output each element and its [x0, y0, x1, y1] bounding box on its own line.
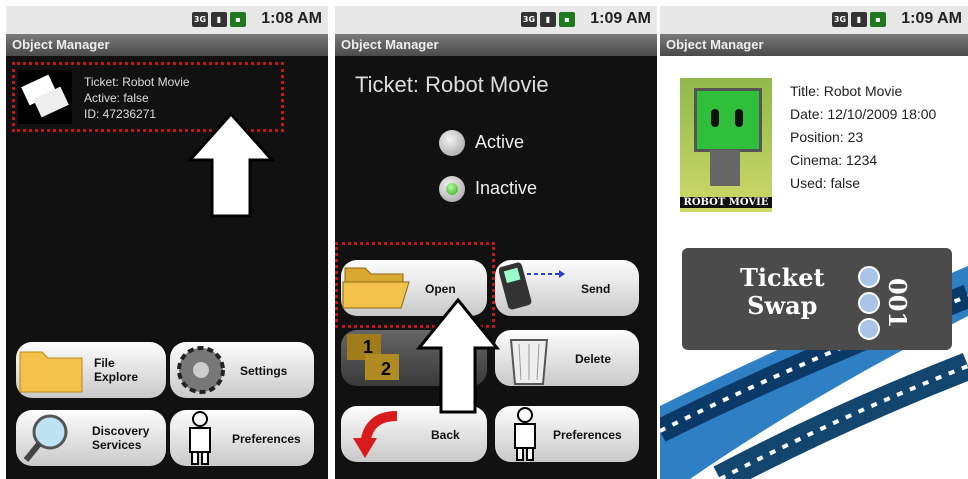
status-bar: 3G ▮ ▪ 1:08 AM: [6, 6, 328, 34]
numbered-folders-icon: [347, 334, 399, 380]
item-id: ID: 47236271: [84, 107, 157, 121]
tile-label: Delete: [575, 352, 612, 366]
status-bar: 3G ▮ ▪ 1:09 AM: [660, 6, 968, 34]
magnifier-icon: [23, 414, 68, 462]
ticket-number: 001: [883, 278, 912, 329]
ticket-swap-logo: Ticket Swap 001: [682, 248, 952, 350]
3g-icon: 3G: [832, 12, 848, 27]
3g-icon: 3G: [521, 12, 537, 27]
screen-object-list: 3G ▮ ▪ 1:08 AM Object Manager Ticket: Ro…: [6, 6, 328, 479]
tile-label: Send: [581, 282, 611, 296]
radio-active[interactable]: [439, 130, 465, 156]
radio-active-label: Active: [475, 132, 525, 152]
poster-caption: ROBOT MOVIE: [680, 197, 772, 208]
person-icon: [189, 411, 211, 465]
tile-label: Settings: [240, 364, 288, 378]
battery-icon: ▪: [559, 12, 575, 27]
logo-text-line: Swap: [747, 291, 818, 320]
discovery-services-button[interactable]: Discovery Services: [16, 410, 166, 466]
back-arrow-icon: [353, 411, 398, 458]
detail-date: Date: 12/10/2009 18:00: [790, 106, 937, 122]
trash-icon: [509, 339, 549, 385]
open-folder-icon: [342, 267, 410, 309]
battery-icon: ▪: [870, 12, 886, 27]
tile-label: Preferences: [553, 428, 622, 442]
folder-number-1: 1: [363, 337, 374, 357]
detail-title: Title: Robot Movie: [790, 83, 903, 99]
robot-face-icon: [694, 88, 762, 152]
radio-inactive[interactable]: [439, 176, 465, 202]
tile-label-line: Discovery: [92, 424, 150, 438]
logo-text-line: Ticket: [740, 263, 825, 292]
3g-icon: 3G: [192, 12, 208, 27]
settings-button[interactable]: Settings: [170, 342, 314, 398]
detail-used: Used: false: [790, 175, 861, 191]
folder-number-2: 2: [381, 359, 392, 379]
ticket-icon: [18, 70, 72, 124]
preferences-button[interactable]: Preferences: [170, 410, 314, 466]
item-title: Ticket: Robot Movie: [84, 75, 190, 89]
app-title: Object Manager: [6, 34, 328, 56]
send-button[interactable]: Send: [495, 260, 639, 316]
folder-icon: [19, 351, 83, 393]
file-explore-button[interactable]: File Explore: [16, 342, 166, 398]
up-arrow-icon: [186, 111, 276, 218]
item-active: Active: false: [84, 91, 149, 105]
clock: 1:09 AM: [590, 10, 651, 27]
tile-label: Back: [431, 428, 460, 442]
detail-cinema: Cinema: 1234: [790, 152, 878, 168]
clock: 1:09 AM: [901, 10, 962, 27]
movie-poster-image: ROBOT MOVIE: [680, 78, 772, 212]
tile-label: Open: [425, 282, 456, 296]
gear-icon: [177, 346, 225, 394]
up-arrow-icon: [415, 297, 501, 414]
signal-icon: ▮: [211, 12, 227, 27]
detail-position: Position: 23: [790, 129, 864, 145]
tile-label-line: Services: [92, 438, 142, 452]
preferences-button[interactable]: Preferences: [495, 406, 639, 462]
clock: 1:08 AM: [261, 10, 322, 27]
app-title: Object Manager: [660, 34, 968, 56]
delete-button[interactable]: Delete: [495, 330, 639, 386]
battery-icon: ▪: [230, 12, 246, 27]
radio-inactive-label: Inactive: [475, 178, 538, 198]
status-bar: 3G ▮ ▪ 1:09 AM: [335, 6, 657, 34]
signal-icon: ▮: [851, 12, 867, 27]
app-title: Object Manager: [335, 34, 657, 56]
page-heading: Ticket: Robot Movie: [355, 72, 549, 97]
signal-icon: ▮: [540, 12, 556, 27]
phone-send-icon: [499, 262, 565, 310]
tile-label-line: Explore: [94, 370, 139, 384]
screen-object-detail-menu: 3G ▮ ▪ 1:09 AM Object Manager Ticket: Ro…: [335, 6, 657, 479]
screen-ticket-detail: 3G ▮ ▪ 1:09 AM Object Manager ROBOT MOVI…: [660, 6, 968, 479]
person-icon: [514, 407, 536, 461]
tile-label: Preferences: [232, 432, 301, 446]
tile-label-line: File: [94, 356, 115, 370]
